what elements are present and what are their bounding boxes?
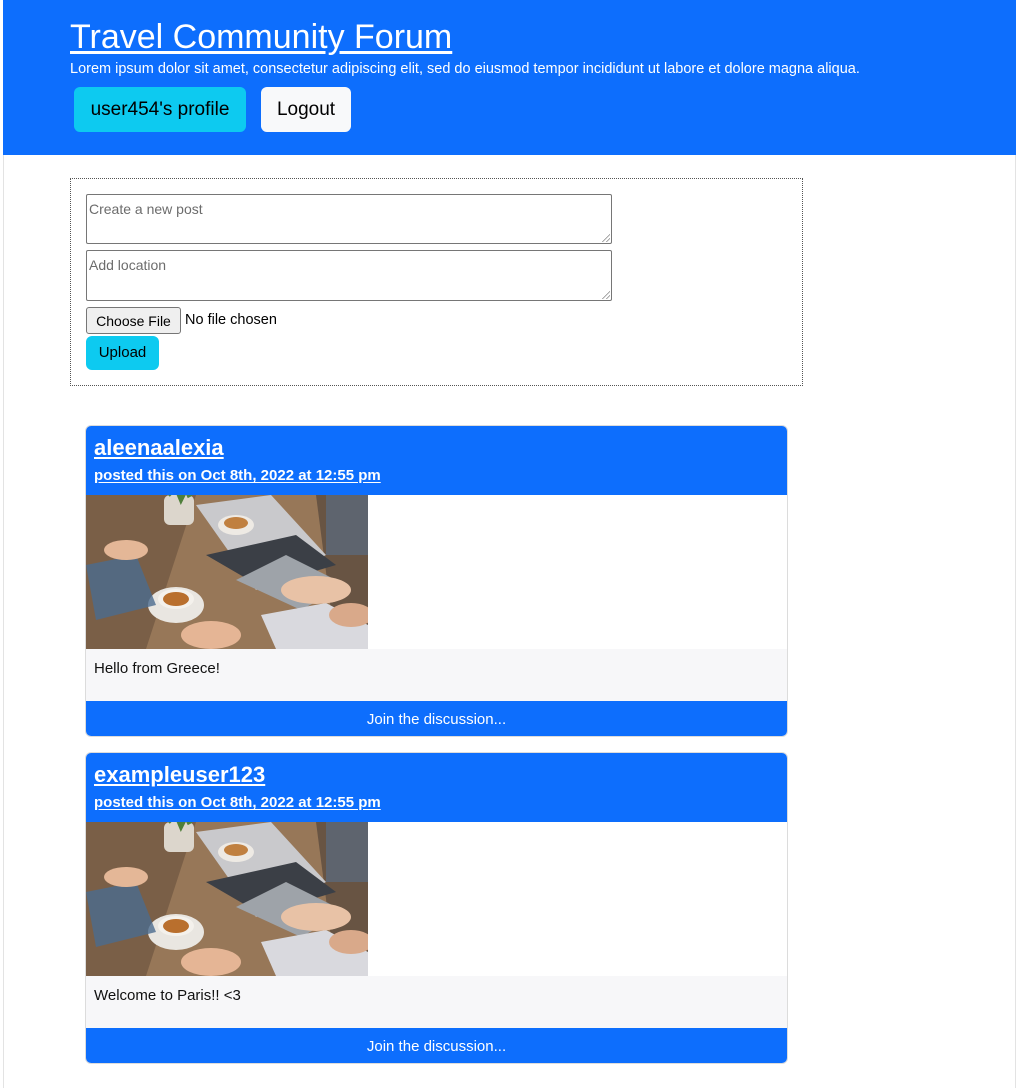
post-date-link[interactable]: posted this on Oct 8th, 2022 at 12:55 pm xyxy=(94,467,381,485)
post-username-link[interactable]: exampleuser123 xyxy=(94,762,265,788)
post-image xyxy=(86,822,368,976)
logout-button[interactable]: Logout xyxy=(261,87,351,132)
new-post-input[interactable] xyxy=(86,194,612,244)
upload-button[interactable]: Upload xyxy=(86,336,159,370)
post-body: Hello from Greece! xyxy=(86,649,787,701)
post-header: aleenaalexia posted this on Oct 8th, 202… xyxy=(86,426,787,495)
post-caption: Welcome to Paris!! <3 xyxy=(94,987,241,1004)
join-discussion-button[interactable]: Join the discussion... xyxy=(86,1028,787,1063)
resize-grip-icon[interactable] xyxy=(602,291,610,299)
post-header: exampleuser123 posted this on Oct 8th, 2… xyxy=(86,753,787,822)
resize-grip-icon[interactable] xyxy=(602,234,610,242)
post-card: aleenaalexia posted this on Oct 8th, 202… xyxy=(85,425,788,737)
choose-file-button[interactable]: Choose File xyxy=(86,307,181,334)
post-image xyxy=(86,495,368,649)
post-card: exampleuser123 posted this on Oct 8th, 2… xyxy=(85,752,788,1064)
post-body: Welcome to Paris!! <3 xyxy=(86,976,787,1028)
location-input[interactable] xyxy=(86,250,612,301)
post-username-link[interactable]: aleenaalexia xyxy=(94,435,224,461)
site-tagline: Lorem ipsum dolor sit amet, consectetur … xyxy=(70,61,860,77)
post-caption: Hello from Greece! xyxy=(94,660,220,677)
file-status: No file chosen xyxy=(185,312,277,328)
post-date-link[interactable]: posted this on Oct 8th, 2022 at 12:55 pm xyxy=(94,794,381,812)
join-discussion-button[interactable]: Join the discussion... xyxy=(86,701,787,736)
profile-button[interactable]: user454's profile xyxy=(74,87,246,132)
site-title-link[interactable]: Travel Community Forum xyxy=(70,17,452,57)
